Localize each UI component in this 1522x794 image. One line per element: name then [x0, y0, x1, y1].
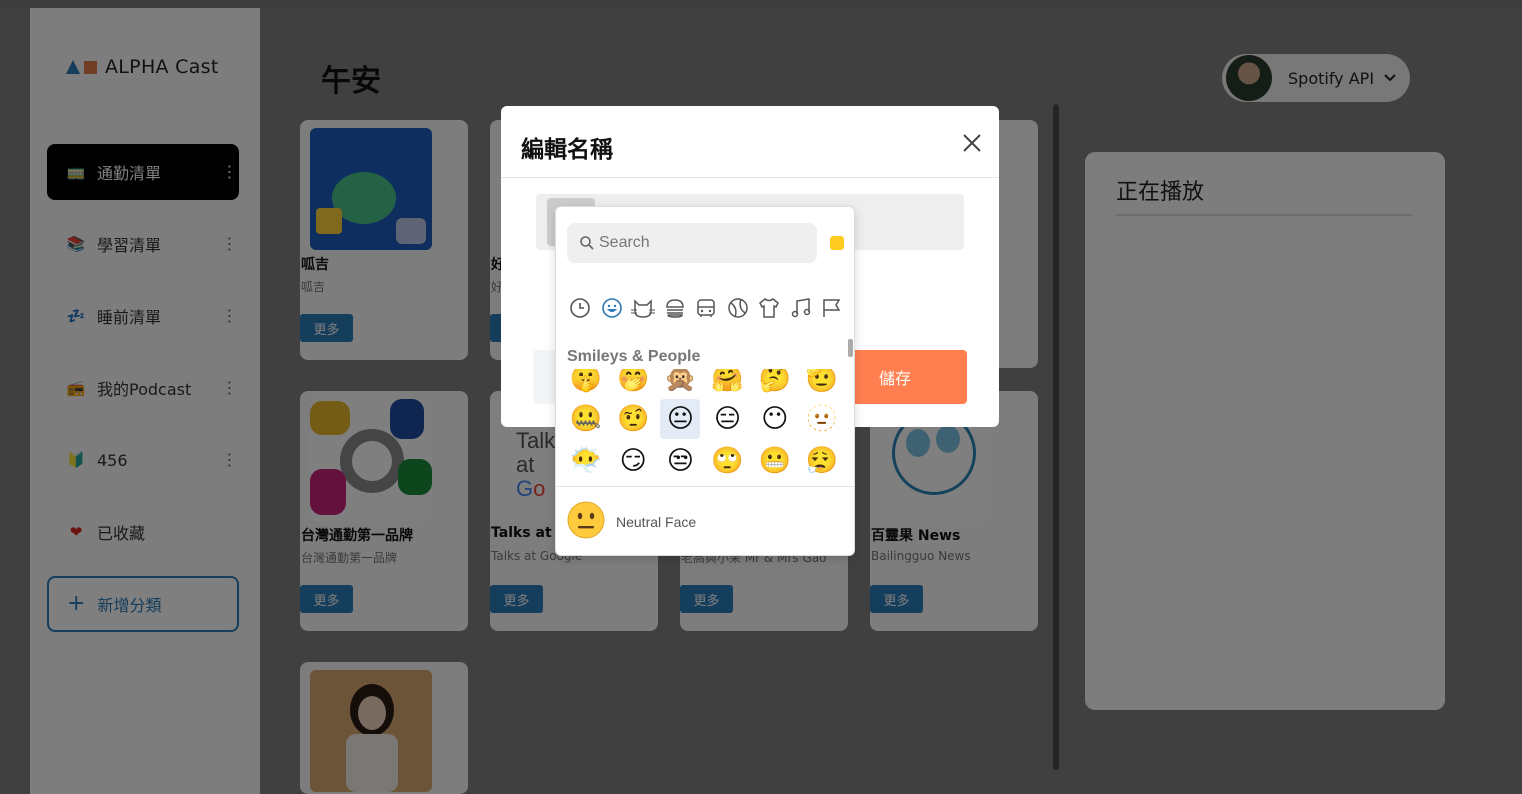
emoji-cell[interactable]: 🤭: [613, 369, 653, 399]
emoji-category-bar: [567, 293, 845, 323]
search-icon: [580, 236, 594, 250]
flag-icon[interactable]: [819, 295, 845, 321]
emoji-cell[interactable]: 😒: [660, 441, 700, 481]
emoji-row: 🤐 🤨 😐 😑 😶 🫥: [566, 399, 842, 439]
skin-tone-selector[interactable]: [830, 236, 844, 250]
emoji-scrollbar[interactable]: [848, 339, 853, 357]
emoji-cell[interactable]: 😮‍💨: [802, 441, 842, 481]
ball-icon[interactable]: [725, 295, 751, 321]
divider: [501, 177, 999, 178]
recent-icon[interactable]: [567, 295, 593, 321]
emoji-cell[interactable]: 🙊: [660, 369, 700, 399]
emoji-cell[interactable]: 🙄: [708, 441, 748, 481]
emoji-cell[interactable]: 🫥: [802, 399, 842, 439]
emoji-cell[interactable]: 😶‍🌫️: [566, 441, 606, 481]
emoji-cell[interactable]: 😶: [755, 399, 795, 439]
emoji-row: 🤫 🤭 🙊 🤗 🤔 🫡: [566, 369, 842, 399]
emoji-row: 😶‍🌫️ 😏 😒 🙄 😬 😮‍💨: [566, 441, 842, 481]
window-top-bar: [0, 0, 1522, 8]
modal-title: 編輯名稱: [521, 137, 613, 163]
emoji-cell[interactable]: 😏: [613, 441, 653, 481]
neutral-face-icon: [567, 501, 605, 539]
smiley-icon[interactable]: [599, 295, 625, 321]
emoji-picker: Smileys & People 🤫 🤭 🙊 🤗 🤔 🫡 🤐 🤨 😐 😑 😶 🫥…: [555, 206, 855, 556]
shirt-icon[interactable]: [756, 295, 782, 321]
emoji-cell[interactable]: 🤨: [613, 399, 653, 439]
burger-icon[interactable]: [662, 295, 688, 321]
close-icon[interactable]: [961, 132, 983, 154]
emoji-preview-name: Neutral Face: [616, 514, 697, 530]
emoji-cell[interactable]: 🤔: [755, 369, 795, 399]
music-icon[interactable]: [788, 295, 814, 321]
cat-icon[interactable]: [630, 295, 656, 321]
emoji-cell[interactable]: 😑: [708, 399, 748, 439]
emoji-grid: 🤫 🤭 🙊 🤗 🤔 🫡 🤐 🤨 😐 😑 😶 🫥 😶‍🌫️ 😏 😒 🙄 😬 😮‍💨: [556, 369, 854, 487]
emoji-cell[interactable]: 🤗: [708, 369, 748, 399]
bus-icon[interactable]: [693, 295, 719, 321]
emoji-cell[interactable]: 🫡: [802, 369, 842, 399]
emoji-section-label: Smileys & People: [567, 348, 701, 365]
emoji-cell[interactable]: 🤐: [566, 399, 606, 439]
emoji-cell[interactable]: 😬: [755, 441, 795, 481]
emoji-cell-selected[interactable]: 😐: [660, 399, 701, 439]
divider: [556, 486, 854, 487]
emoji-search-field[interactable]: [567, 223, 817, 263]
emoji-search-input[interactable]: [599, 234, 799, 252]
emoji-cell[interactable]: 🤫: [566, 369, 606, 399]
